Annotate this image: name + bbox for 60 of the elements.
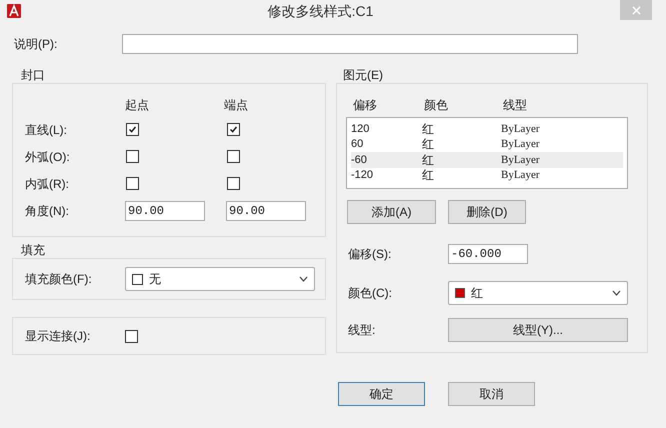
- field-label: 偏移(S):: [348, 246, 392, 263]
- list-row[interactable]: 60 红 ByLayer: [351, 136, 623, 152]
- description-field[interactable]: [122, 34, 578, 54]
- field-label: 外弧(O):: [25, 148, 71, 166]
- action-button[interactable]: 删除(D): [448, 200, 526, 224]
- table-cell-text: ByLayer: [501, 122, 540, 136]
- table-cell-text: 红: [422, 167, 435, 184]
- color-dropdown[interactable]: 红: [448, 281, 628, 305]
- checkbox[interactable]: [227, 177, 240, 190]
- chevron-down-icon: [299, 276, 308, 282]
- angle-field[interactable]: 90.00: [226, 200, 306, 220]
- table-cell-text: ByLayer: [501, 168, 540, 183]
- field-label: 内弧(R):: [25, 176, 70, 192]
- column-header: 端点: [224, 97, 248, 112]
- field-label: 填充颜色(F):: [25, 271, 93, 288]
- group-title: 填充: [21, 243, 45, 257]
- column-header: 颜色: [424, 98, 448, 112]
- dialog-button[interactable]: 确定: [338, 382, 425, 406]
- table-cell-text: 红: [422, 136, 435, 154]
- window-title: 修改多线样式:C1: [266, 2, 374, 20]
- swatch-icon: [455, 288, 465, 298]
- checkbox[interactable]: [125, 330, 138, 342]
- column-header: 起点: [125, 97, 149, 112]
- chevron-down-icon: [612, 290, 621, 296]
- column-header: 线型: [503, 98, 527, 112]
- dialog-button[interactable]: 取消: [448, 382, 535, 406]
- linetype-button[interactable]: 线型(Y)...: [448, 318, 628, 342]
- group-title: 图元(E): [343, 68, 383, 82]
- field-label: 说明(P):: [14, 36, 58, 53]
- table-cell-text: -120: [351, 168, 374, 183]
- field-label: 显示连接(J):: [25, 328, 92, 345]
- list-row[interactable]: 120 红 ByLayer: [351, 121, 623, 136]
- action-button[interactable]: 添加(A): [347, 200, 436, 224]
- table-cell-text: 60: [351, 137, 364, 152]
- field-label: 直线(L):: [25, 122, 68, 138]
- table-cell-text: -60: [351, 152, 368, 168]
- swatch-icon: [132, 274, 143, 284]
- list-row[interactable]: -60 红 ByLayer: [351, 152, 623, 168]
- checkmark-icon: [228, 124, 239, 135]
- column-header: 偏移: [353, 98, 377, 112]
- checkbox[interactable]: [126, 177, 139, 190]
- checkbox[interactable]: [227, 123, 240, 136]
- field-label: 角度(N):: [25, 202, 70, 220]
- checkbox[interactable]: [126, 123, 139, 136]
- app-icon: [7, 4, 21, 18]
- checkbox[interactable]: [227, 150, 240, 163]
- field-label: 颜色(C):: [348, 285, 393, 302]
- checkmark-icon: [127, 124, 138, 135]
- table-cell-text: 120: [351, 122, 370, 136]
- table-cell-text: 红: [422, 120, 435, 138]
- checkbox[interactable]: [126, 150, 139, 163]
- angle-field[interactable]: 90.00: [125, 200, 205, 220]
- table-cell-text: ByLayer: [501, 137, 540, 152]
- offset-field[interactable]: -60.000: [448, 244, 528, 264]
- field-label: 线型:: [348, 322, 376, 339]
- table-cell-text: 红: [422, 152, 435, 169]
- fill-color-dropdown[interactable]: 无: [125, 267, 315, 291]
- table-cell-text: ByLayer: [501, 152, 540, 168]
- list-row[interactable]: -120 红 ByLayer: [351, 168, 623, 183]
- group-title: 封口: [21, 68, 45, 82]
